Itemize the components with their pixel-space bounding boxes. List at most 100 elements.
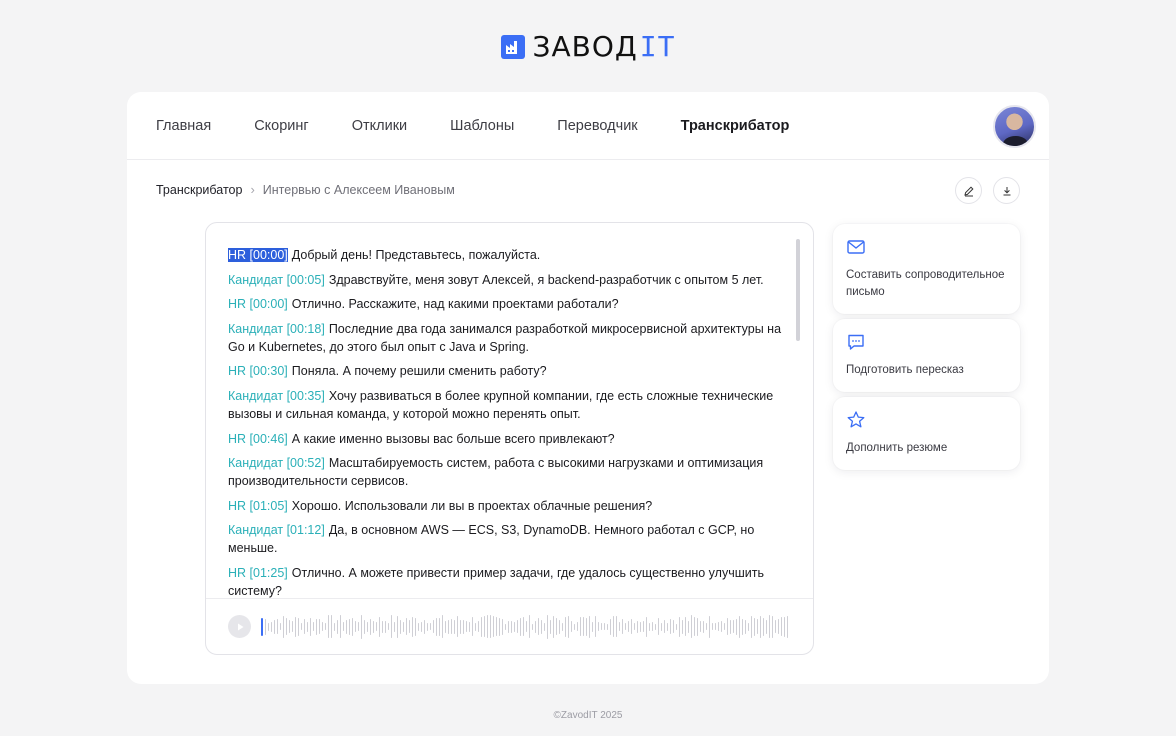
waveform-bar bbox=[265, 618, 266, 635]
waveform-bar bbox=[301, 623, 302, 630]
waveform-bar bbox=[640, 621, 641, 632]
waveform-bar bbox=[352, 617, 353, 636]
waveform-bar bbox=[553, 615, 554, 638]
speaker-tag[interactable]: Кандидат [00:18] bbox=[228, 322, 325, 336]
resume-action[interactable]: Дополнить резюме bbox=[833, 397, 1020, 470]
waveform-bar bbox=[424, 619, 425, 634]
nav-item-transcriber[interactable]: Транскрибатор bbox=[681, 118, 790, 134]
waveform-bar bbox=[622, 619, 623, 634]
waveform-bar bbox=[583, 617, 584, 636]
waveform-bar bbox=[493, 616, 494, 637]
nav-item-translator[interactable]: Переводчик bbox=[557, 118, 637, 134]
waveform-bar bbox=[751, 615, 752, 638]
waveform-bar bbox=[490, 615, 491, 638]
waveform-bar bbox=[295, 616, 296, 637]
waveform-bar bbox=[667, 622, 668, 631]
transcript-line: Кандидат [00:18] Последние два года заним… bbox=[228, 320, 788, 356]
waveform-bar bbox=[466, 621, 467, 632]
waveform-bar bbox=[487, 615, 488, 638]
breadcrumb-root[interactable]: Транскрибатор bbox=[156, 183, 242, 197]
brand-name: ЗАВОДIT bbox=[533, 30, 676, 63]
audio-waveform[interactable] bbox=[261, 612, 791, 642]
waveform-bar bbox=[436, 617, 437, 636]
waveform-bar bbox=[523, 617, 524, 636]
waveform-bar bbox=[694, 617, 695, 636]
avatar[interactable] bbox=[993, 105, 1036, 148]
waveform-bar bbox=[382, 620, 383, 633]
waveform-bar bbox=[460, 619, 461, 634]
waveform-bar bbox=[730, 619, 731, 634]
speaker-tag[interactable]: Кандидат [01:12] bbox=[228, 523, 325, 537]
waveform-bar bbox=[313, 622, 314, 631]
pencil-icon bbox=[963, 185, 974, 196]
waveform-bar bbox=[379, 616, 380, 637]
main-card: Главная Скоринг Отклики Шаблоны Переводч… bbox=[127, 92, 1049, 684]
nav-item-responses[interactable]: Отклики bbox=[352, 118, 407, 134]
waveform-bar bbox=[652, 622, 653, 631]
speaker-tag[interactable]: HR [00:00] bbox=[228, 248, 288, 262]
waveform-bar bbox=[649, 622, 650, 631]
waveform-bar bbox=[340, 615, 341, 638]
waveform-bar bbox=[568, 615, 569, 638]
waveform-bar bbox=[457, 616, 458, 637]
waveform-bar bbox=[538, 618, 539, 635]
waveform-bar bbox=[373, 620, 374, 633]
speaker-tag[interactable]: HR [00:46] bbox=[228, 432, 288, 446]
waveform-bar bbox=[370, 618, 371, 635]
speaker-tag[interactable]: Кандидат [00:05] bbox=[228, 273, 325, 287]
waveform-bar bbox=[709, 615, 710, 638]
waveform-bar bbox=[766, 619, 767, 634]
waveform-bar bbox=[550, 619, 551, 634]
footer-copyright: ©ZavodIT 2025 bbox=[553, 710, 623, 721]
waveform-bar bbox=[586, 617, 587, 636]
nav-item-home[interactable]: Главная bbox=[156, 118, 211, 134]
speaker-tag[interactable]: HR [00:00] bbox=[228, 297, 288, 311]
waveform-bar bbox=[505, 623, 506, 630]
nav-item-scoring[interactable]: Скоринг bbox=[254, 118, 309, 134]
waveform-bar bbox=[592, 621, 593, 632]
play-button[interactable] bbox=[228, 615, 251, 638]
waveform-bar bbox=[544, 622, 545, 631]
waveform-bar bbox=[261, 617, 263, 636]
waveform-bar bbox=[547, 614, 548, 639]
waveform-bar bbox=[673, 620, 674, 633]
summary-action[interactable]: Подготовить пересказ bbox=[833, 319, 1020, 392]
utterance-text: Отлично. Расскажите, над какими проектам… bbox=[291, 297, 619, 312]
waveform-bar bbox=[502, 618, 503, 635]
utterance-text: Поняла. А почему решили сменить работу? bbox=[291, 364, 547, 379]
transcript-line: Кандидат [00:35] Хочу развиваться в более… bbox=[228, 387, 788, 423]
speaker-tag[interactable]: HR [01:25] bbox=[228, 566, 288, 580]
waveform-bar bbox=[634, 623, 635, 630]
waveform-bar bbox=[415, 617, 416, 636]
waveform-bar bbox=[364, 619, 365, 634]
waveform-bar bbox=[445, 620, 446, 633]
waveform-bar bbox=[571, 621, 572, 632]
waveform-bar bbox=[772, 615, 773, 638]
play-icon bbox=[237, 623, 243, 630]
waveform-bar bbox=[541, 619, 542, 634]
waveform-bar bbox=[322, 622, 323, 631]
waveform-bar bbox=[610, 618, 611, 635]
edit-button[interactable] bbox=[955, 177, 982, 204]
download-button[interactable] bbox=[993, 177, 1020, 204]
waveform-bar bbox=[556, 618, 557, 635]
waveform-bar bbox=[685, 617, 686, 636]
waveform-bar bbox=[454, 619, 455, 634]
waveform-bar bbox=[481, 616, 482, 637]
speaker-tag[interactable]: Кандидат [00:35] bbox=[228, 389, 325, 403]
speaker-tag[interactable]: Кандидат [00:52] bbox=[228, 456, 325, 470]
cover-letter-action[interactable]: Составить сопроводительное письмо bbox=[833, 224, 1020, 314]
nav-item-templates[interactable]: Шаблоны bbox=[450, 118, 514, 134]
waveform-bar bbox=[778, 619, 779, 634]
waveform-bar bbox=[277, 619, 278, 634]
scrollbar-thumb[interactable] bbox=[796, 239, 800, 341]
speaker-tag[interactable]: HR [00:30] bbox=[228, 364, 288, 378]
waveform-bar bbox=[781, 617, 782, 636]
factory-icon bbox=[500, 34, 525, 59]
waveform-bar bbox=[703, 620, 704, 633]
waveform-bar bbox=[688, 620, 689, 633]
brand-name-suffix: IT bbox=[639, 30, 676, 63]
waveform-bar bbox=[283, 615, 284, 638]
speaker-tag[interactable]: HR [01:05] bbox=[228, 499, 288, 513]
waveform-bar bbox=[745, 619, 746, 634]
